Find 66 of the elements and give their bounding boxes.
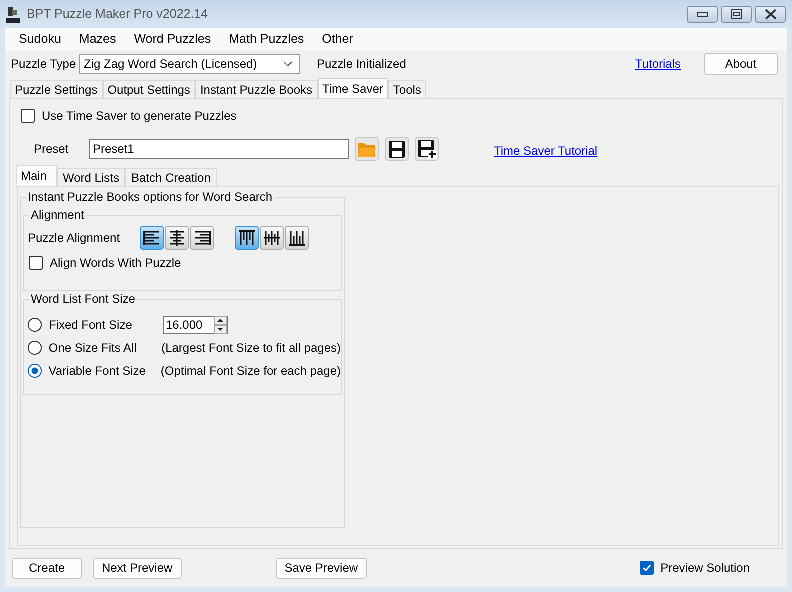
tab[interactable]: Output Settings [102, 80, 196, 98]
floppy-disk-plus-icon [417, 139, 437, 159]
alignment-button[interactable] [260, 226, 284, 250]
number-field[interactable]: 16.000 [163, 316, 228, 334]
save-button[interactable] [385, 137, 409, 161]
tutorials-link[interactable]: Tutorials [635, 57, 681, 71]
align-right-icon [192, 228, 212, 248]
status-text: Puzzle Initialized [317, 57, 406, 71]
tab[interactable]: Tools [388, 80, 426, 98]
checkbox-label: Preview Solution [660, 561, 750, 575]
menu-item[interactable]: Sudoku [10, 32, 70, 46]
field-label: Puzzle Type [11, 57, 78, 71]
action-button[interactable]: Save Preview [276, 558, 368, 578]
group-title: Alignment [29, 208, 86, 222]
checkbox[interactable] [29, 256, 43, 270]
bars-middle-icon [262, 228, 282, 248]
about-button[interactable]: About [704, 53, 778, 75]
checkbox[interactable] [640, 561, 654, 575]
tab[interactable]: Instant Puzzle Books [195, 80, 318, 98]
align-left-icon [142, 228, 162, 248]
alignment-button[interactable] [235, 226, 259, 250]
close-button[interactable] [755, 6, 786, 22]
minimize-icon [697, 12, 708, 17]
alignment-button[interactable] [285, 226, 309, 250]
radio-label: One Size Fits All [48, 340, 138, 354]
check-icon [642, 563, 652, 573]
action-button[interactable]: Create [12, 558, 82, 578]
chevron-down-icon [283, 61, 293, 67]
folder-icon [357, 140, 377, 158]
tab[interactable]: Puzzle Settings [10, 80, 103, 98]
window-title: BPT Puzzle Maker Pro v2022.14 [27, 7, 208, 21]
tab[interactable]: Time Saver [318, 78, 388, 98]
puzzle-type-dropdown[interactable]: Zig Zag Word Search (Licensed) [79, 54, 300, 74]
bars-bottom-icon [287, 228, 307, 248]
menu-item[interactable]: Math Puzzles [220, 32, 314, 46]
menu-item[interactable]: Mazes [70, 32, 126, 46]
alignment-button[interactable] [165, 226, 189, 250]
radio-label: Fixed Font Size [49, 318, 134, 332]
group-title: Word List Font Size [29, 292, 138, 306]
radio-button[interactable] [28, 364, 42, 378]
alignment-button[interactable] [190, 226, 214, 250]
hint-text: (Largest Font Size to fit all pages) [162, 340, 341, 354]
minimize-button[interactable] [687, 6, 718, 22]
action-button[interactable]: Next Preview [93, 558, 182, 578]
field-label: Preset [34, 142, 70, 156]
field-label: Puzzle Alignment [28, 231, 122, 245]
radio-label: Variable Font Size [48, 364, 147, 378]
tab[interactable]: Main [16, 165, 58, 186]
align-center-icon [167, 228, 187, 248]
maximize-button[interactable] [721, 6, 752, 22]
group-title: Instant Puzzle Books options for Word Search [26, 190, 275, 204]
checkbox[interactable] [21, 109, 35, 123]
hint-text: (Optimal Font Size for each page) [160, 364, 341, 378]
app-logo-icon [6, 6, 20, 22]
menu-item[interactable]: Word Puzzles [125, 32, 220, 46]
checkbox-label: Align Words With Puzzle [50, 256, 182, 270]
radio-button[interactable] [28, 318, 42, 332]
alignment-button[interactable] [140, 226, 164, 250]
radio-button[interactable] [28, 340, 42, 354]
checkbox-label: Use Time Saver to generate Puzzles [42, 109, 237, 123]
spin-arrows-icon [214, 316, 227, 334]
save-as-button[interactable] [415, 137, 439, 161]
tutorial-link[interactable]: Time Saver Tutorial [494, 144, 598, 158]
preset-field[interactable]: Preset1 [89, 139, 349, 159]
menu-item[interactable]: Other [313, 32, 362, 46]
bars-top-icon [237, 228, 257, 248]
